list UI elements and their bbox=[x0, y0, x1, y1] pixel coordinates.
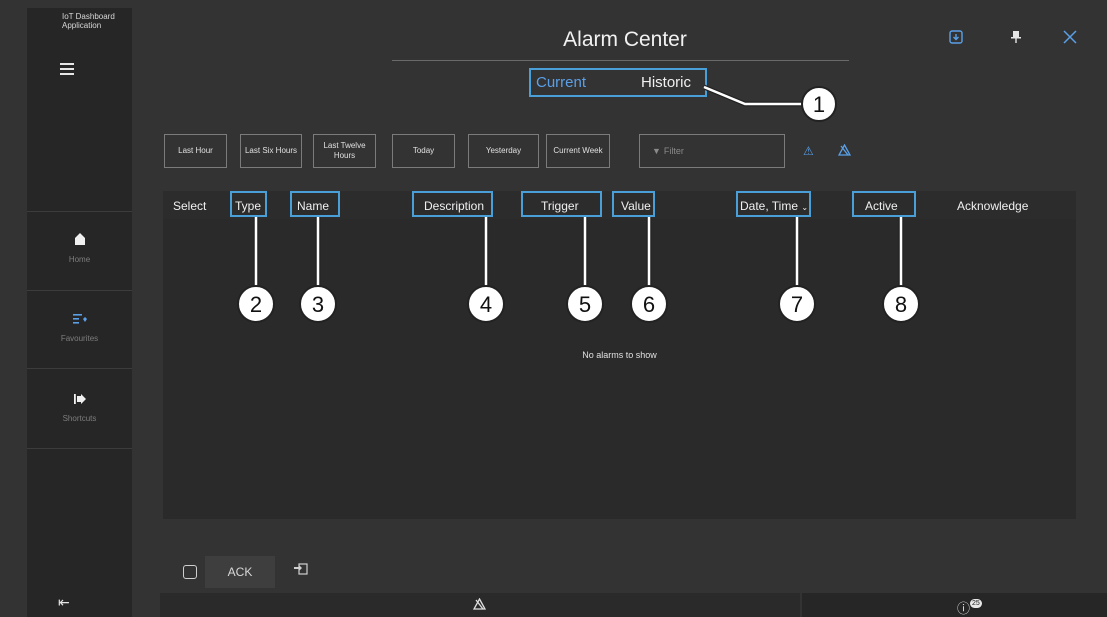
info-count-badge: 25 bbox=[970, 599, 982, 608]
table-body bbox=[163, 219, 1076, 519]
column-select[interactable]: Select bbox=[173, 199, 206, 213]
highlight-date-time bbox=[736, 191, 811, 217]
yesterday-button[interactable]: Yesterday bbox=[468, 134, 539, 168]
export-icon[interactable] bbox=[293, 562, 309, 579]
download-icon[interactable] bbox=[949, 30, 963, 49]
highlight-trigger bbox=[521, 191, 602, 217]
column-acknowledge[interactable]: Acknowledge bbox=[957, 199, 1028, 213]
sidebar-item-home[interactable]: Home bbox=[27, 232, 132, 264]
pin-icon[interactable] bbox=[1010, 30, 1022, 49]
last-six-hours-button[interactable]: Last Six Hours bbox=[240, 134, 302, 168]
last-hour-button[interactable]: Last Hour bbox=[164, 134, 227, 168]
sidebar-divider bbox=[27, 211, 132, 212]
sidebar-item-label: Shortcuts bbox=[62, 414, 97, 423]
title-divider bbox=[392, 60, 849, 61]
current-week-button[interactable]: Current Week bbox=[546, 134, 610, 168]
sidebar: IoT Dashboard Application Home Favourite… bbox=[27, 8, 132, 617]
filter-input[interactable]: ▼ Filter bbox=[639, 134, 785, 168]
highlight-description bbox=[412, 191, 493, 217]
sidebar-item-label: Home bbox=[68, 255, 91, 264]
shortcuts-icon bbox=[27, 392, 132, 410]
sidebar-item-shortcuts[interactable]: Shortcuts bbox=[27, 392, 132, 423]
highlight-active bbox=[852, 191, 916, 217]
bottom-bar-info bbox=[802, 593, 1107, 617]
select-all-checkbox[interactable] bbox=[183, 565, 197, 579]
main-panel: Alarm Center Current Historic Last Hour … bbox=[143, 8, 1107, 617]
filter-placeholder: Filter bbox=[663, 146, 684, 156]
ack-button[interactable]: ACK bbox=[205, 556, 275, 588]
empty-state-message: No alarms to show bbox=[582, 350, 657, 360]
close-icon[interactable] bbox=[1063, 30, 1077, 49]
warning-icon[interactable]: ⚠ bbox=[803, 144, 814, 158]
highlight-value bbox=[612, 191, 655, 217]
sidebar-divider bbox=[27, 448, 132, 449]
highlight-type bbox=[230, 191, 267, 217]
sidebar-divider bbox=[27, 368, 132, 369]
hamburger-menu-icon[interactable] bbox=[60, 63, 74, 79]
alarm-off-icon[interactable] bbox=[472, 597, 487, 613]
sidebar-item-favourites[interactable]: Favourites bbox=[27, 312, 132, 343]
home-icon bbox=[27, 232, 132, 251]
last-twelve-hours-button[interactable]: Last Twelve Hours bbox=[313, 134, 376, 168]
alarm-off-icon[interactable] bbox=[837, 143, 852, 159]
filter-icon: ▼ bbox=[652, 146, 661, 156]
logout-icon[interactable]: ⇤ bbox=[58, 594, 70, 611]
sidebar-item-label: Favourites bbox=[60, 334, 99, 343]
today-button[interactable]: Today bbox=[392, 134, 455, 168]
highlight-name bbox=[290, 191, 340, 217]
app-title: IoT Dashboard Application bbox=[62, 12, 115, 30]
favourites-list-icon bbox=[27, 312, 132, 330]
sidebar-divider bbox=[27, 290, 132, 291]
info-icon[interactable]: ⓘ bbox=[957, 598, 970, 617]
highlight-tabs bbox=[529, 68, 707, 97]
